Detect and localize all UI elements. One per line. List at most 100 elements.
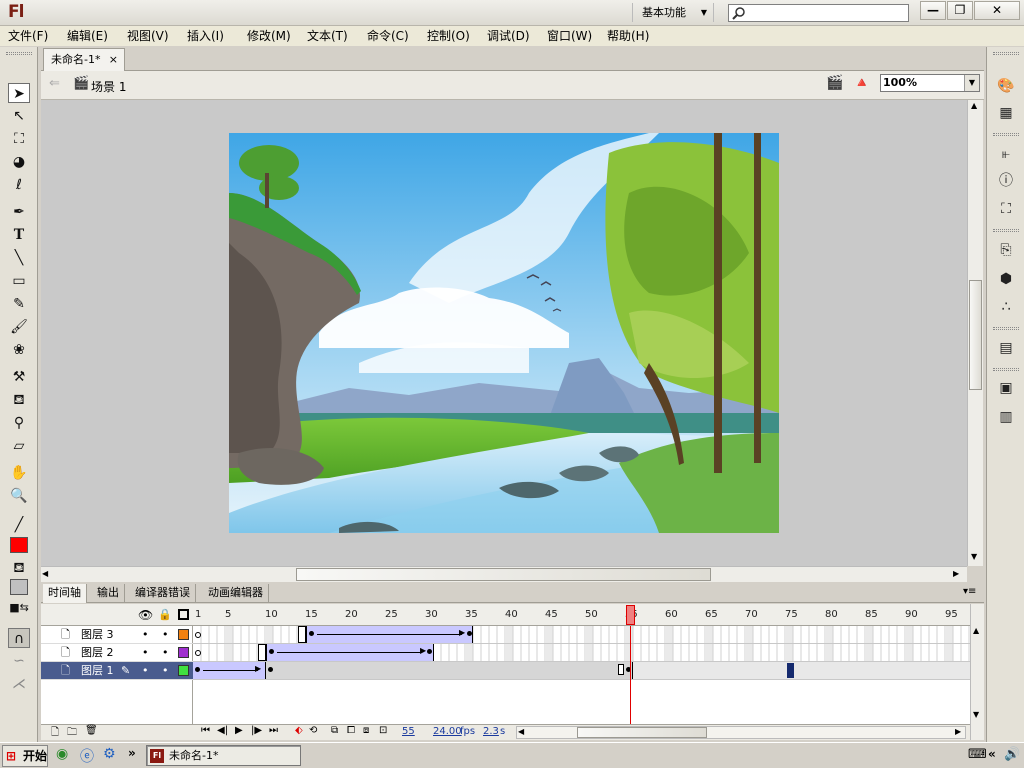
document-tab[interactable]: 未命名-1* ×	[43, 48, 125, 71]
menu-window[interactable]: 窗口(W)	[547, 28, 592, 44]
line-tool-icon[interactable]: ╲	[8, 248, 30, 268]
layer-row-selected[interactable]: 🗋 图层 1 ✎ • •	[41, 662, 193, 680]
menu-insert[interactable]: 插入(I)	[187, 28, 224, 44]
lock-dot[interactable]: •	[162, 644, 169, 661]
blank-keyframe[interactable]	[195, 632, 201, 638]
first-frame-icon[interactable]: ⏮	[201, 725, 210, 736]
selected-frame[interactable]	[787, 663, 794, 678]
free-transform-tool-icon[interactable]: ⛶	[8, 129, 30, 149]
step-forward-icon[interactable]: |▶	[251, 725, 262, 736]
project-panel-icon[interactable]: ▤	[995, 338, 1017, 358]
visibility-dot[interactable]: •	[142, 644, 149, 661]
panel-grip[interactable]	[993, 52, 1019, 55]
straighten-icon[interactable]: ⋌	[8, 674, 30, 694]
new-layer-icon[interactable]: 🗋	[51, 725, 59, 742]
elapsed-time[interactable]: 2.3	[483, 726, 499, 737]
edit-symbols-icon[interactable]: 🔺	[853, 75, 870, 91]
workspace-switcher[interactable]: 基本功能 ▼	[632, 3, 714, 22]
menu-file[interactable]: 文件(F)	[8, 28, 48, 44]
zoom-select[interactable]: 100% ▼	[880, 74, 980, 92]
restore-button[interactable]: ❐	[947, 1, 973, 20]
stage-canvas[interactable]	[229, 133, 779, 533]
frame-rate[interactable]: 24.00	[433, 726, 462, 737]
stroke-color-swatch[interactable]	[10, 537, 28, 553]
edit-multiple-frames-icon[interactable]: ⧈	[363, 725, 369, 736]
menu-text[interactable]: 文本(T)	[307, 28, 348, 44]
pen-tool-icon[interactable]: ✒	[8, 202, 30, 222]
fill-color-icon[interactable]: ⛾	[8, 558, 30, 578]
playhead[interactable]	[626, 605, 635, 625]
keyframe-dot[interactable]	[309, 631, 314, 636]
delete-layer-icon[interactable]: 🗑	[85, 725, 98, 736]
step-back-icon[interactable]: ◀|	[217, 725, 228, 736]
transform-panel-icon[interactable]: ⛶	[995, 199, 1017, 219]
visibility-dot[interactable]: •	[142, 626, 149, 643]
selection-tool-icon[interactable]: ➤	[8, 83, 30, 103]
library-panel-icon[interactable]: ▥	[995, 407, 1017, 427]
taskbar-flash-window[interactable]: Fl 未命名-1*	[146, 745, 301, 766]
close-button[interactable]: ✕	[974, 1, 1020, 20]
quicklaunch-chevron[interactable]: »	[128, 746, 136, 760]
zoom-tool-icon[interactable]: 🔍	[8, 486, 30, 506]
layer-outline-color[interactable]	[178, 665, 189, 676]
edit-scene-icon[interactable]: 🎬	[826, 75, 843, 91]
layer-outline-color[interactable]	[178, 647, 189, 658]
swap-colors-icon[interactable]: ■⇆	[8, 598, 30, 618]
timeline-vertical-scrollbar[interactable]: ▲ ▼	[970, 604, 984, 740]
menu-commands[interactable]: 命令(C)	[367, 28, 409, 44]
swatches-panel-icon[interactable]: ▦	[995, 103, 1017, 123]
close-tab-icon[interactable]: ×	[109, 49, 118, 71]
lasso-tool-icon[interactable]: ℓ	[8, 175, 30, 195]
motion-presets-icon[interactable]: ∴	[995, 297, 1017, 317]
scroll-down-icon[interactable]: ▼	[971, 552, 977, 561]
end-frame[interactable]	[618, 664, 624, 675]
tab-compiler-errors[interactable]: 编译器错误	[130, 584, 196, 603]
tab-output[interactable]: 输出	[92, 584, 125, 603]
info-panel-icon[interactable]: ⓘ	[995, 171, 1017, 191]
timeline-horizontal-scrollbar[interactable]: ◀ ▶	[516, 726, 966, 739]
onion-markers-icon[interactable]: ⊡	[379, 725, 387, 736]
loop-icon[interactable]: ⟲	[309, 725, 317, 736]
center-frame-icon[interactable]: ⬖	[295, 725, 303, 736]
menu-help[interactable]: 帮助(H)	[607, 28, 649, 44]
new-folder-icon[interactable]: 🗀	[67, 725, 77, 742]
scroll-down-icon[interactable]: ▼	[973, 710, 979, 719]
panel-grip[interactable]	[6, 52, 32, 55]
scroll-right-icon[interactable]: ▶	[953, 569, 959, 578]
panel-menu-icon[interactable]: ▾≡	[963, 586, 976, 597]
eyedropper-tool-icon[interactable]: ⚲	[8, 413, 30, 433]
smooth-icon[interactable]: ∽	[8, 651, 30, 671]
keyframe-dot[interactable]	[269, 649, 274, 654]
eraser-tool-icon[interactable]: ▱	[8, 436, 30, 456]
motion-tween-span[interactable]: ▶	[193, 662, 266, 679]
scroll-left-icon[interactable]: ◀	[42, 569, 48, 578]
panel-grip[interactable]	[993, 229, 1019, 232]
scroll-left-icon[interactable]: ◀	[518, 727, 524, 736]
keyframe-dot[interactable]	[467, 631, 472, 636]
scroll-up-icon[interactable]: ▲	[971, 101, 977, 110]
properties-panel-icon[interactable]: ▣	[995, 378, 1017, 398]
static-frame-span[interactable]	[266, 662, 633, 679]
text-tool-icon[interactable]: T	[8, 225, 30, 245]
subselection-tool-icon[interactable]: ↖	[8, 106, 30, 126]
keyframe-dot[interactable]	[195, 667, 200, 672]
quicklaunch-browser-icon[interactable]: ◉	[56, 746, 68, 762]
menu-edit[interactable]: 编辑(E)	[67, 28, 108, 44]
frame-row[interactable]: ▶	[193, 644, 970, 662]
start-button[interactable]: ⊞ 开始	[2, 745, 48, 767]
chevron-down-icon[interactable]: ▼	[964, 75, 979, 91]
panel-grip[interactable]	[993, 368, 1019, 371]
visibility-dot[interactable]: •	[142, 662, 149, 679]
frame-row-selected[interactable]: ▶	[193, 662, 970, 680]
end-frame[interactable]	[258, 644, 266, 661]
end-frame[interactable]	[298, 626, 306, 643]
menu-debug[interactable]: 调试(D)	[487, 28, 530, 44]
timeline-scroll-thumb[interactable]	[577, 727, 707, 738]
blank-keyframe[interactable]	[195, 650, 201, 656]
bone-tool-icon[interactable]: ⚒	[8, 367, 30, 387]
stroke-color-icon[interactable]: ╱	[8, 515, 30, 535]
code-snippets-icon[interactable]: ⎘	[995, 240, 1017, 260]
lock-dot[interactable]: •	[162, 662, 169, 679]
horizontal-scroll-thumb[interactable]	[296, 568, 711, 581]
hand-tool-icon[interactable]: ✋	[8, 463, 30, 483]
